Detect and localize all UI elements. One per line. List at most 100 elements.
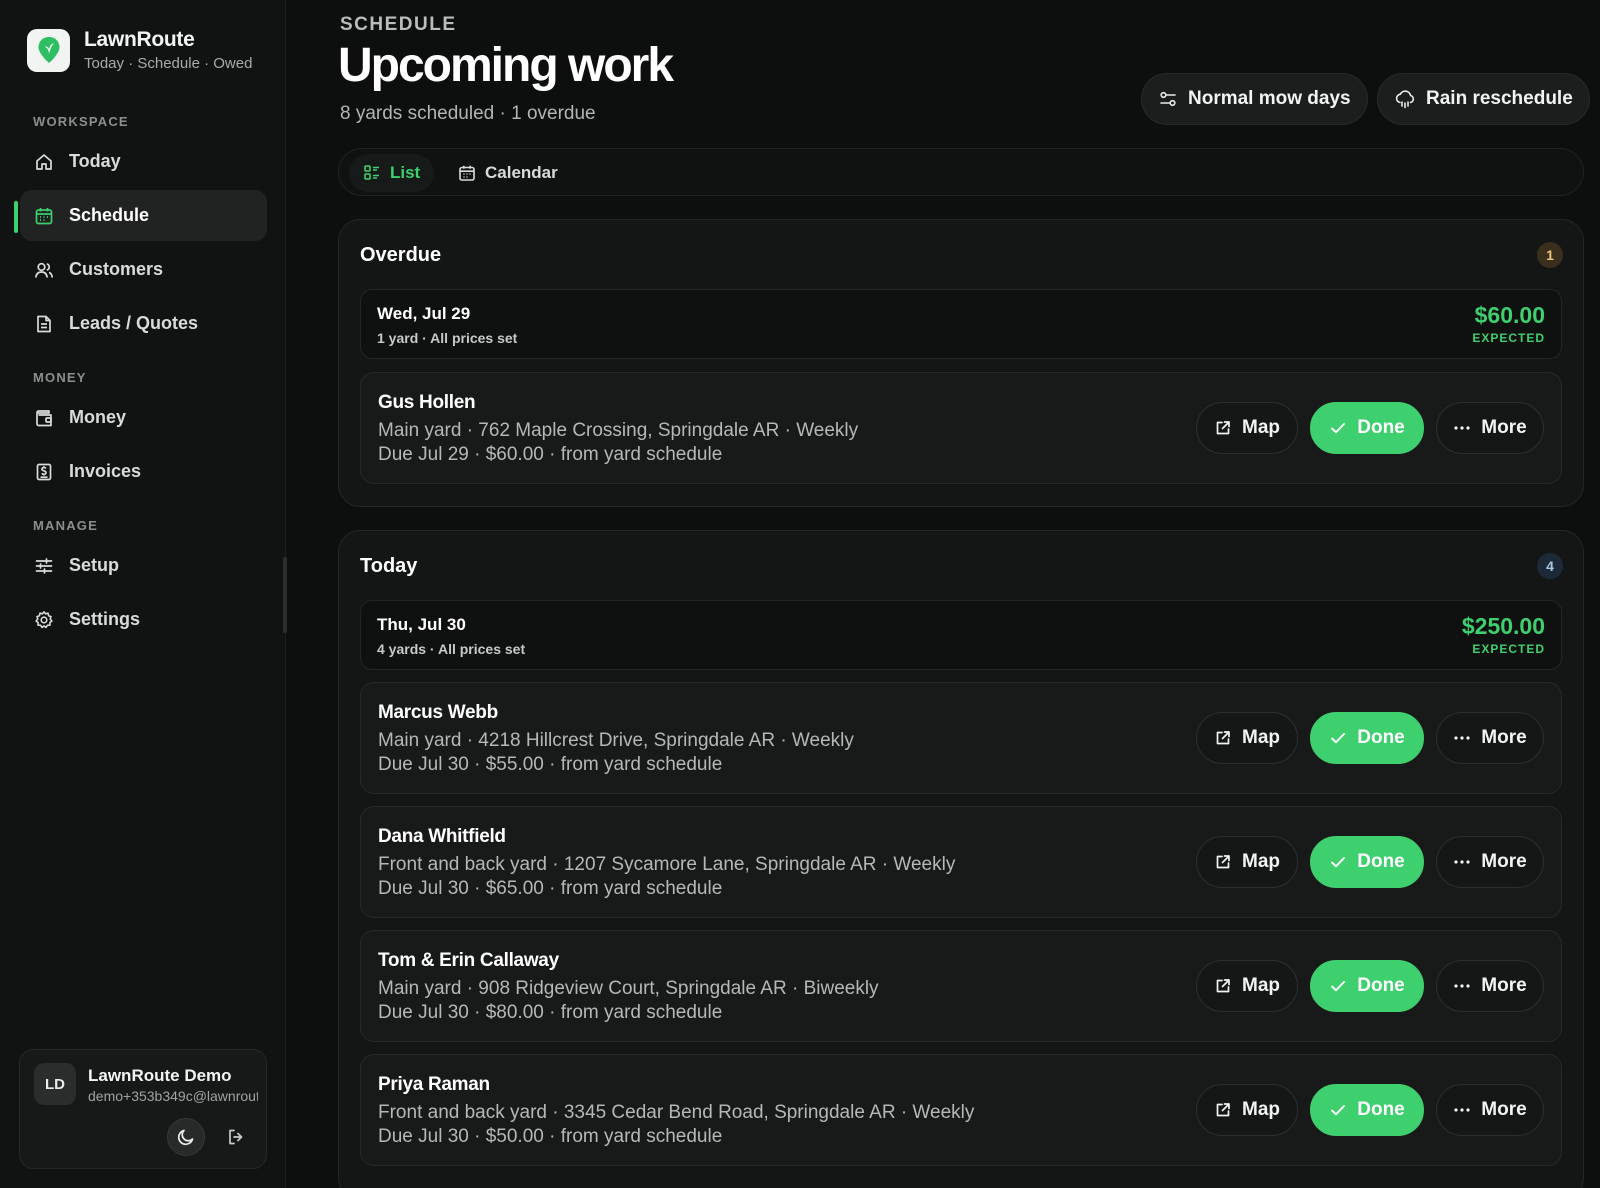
done-label: Done — [1357, 1099, 1405, 1120]
users-icon — [33, 259, 55, 281]
cloud-rain-icon — [1394, 89, 1416, 109]
sidebar-item-label: Invoices — [69, 461, 142, 481]
tab-calendar[interactable]: Calendar — [444, 154, 572, 192]
rain-reschedule-button[interactable]: Rain reschedule — [1377, 73, 1590, 125]
sidebar-item-schedule[interactable]: Schedule — [20, 190, 267, 241]
more-button[interactable]: More — [1436, 712, 1544, 764]
sidebar-item-label: Schedule — [69, 205, 150, 225]
ellipsis-icon — [1453, 425, 1471, 431]
job-address: Main yard · 762 Maple Crossing, Springda… — [378, 420, 859, 441]
check-icon — [1329, 977, 1347, 995]
logout-button[interactable] — [222, 1123, 250, 1151]
today-group: Today 4 Thu, Jul 30 4 yards · All prices… — [338, 530, 1584, 1188]
job-due: Due Jul 30 · $50.00 · from yard schedule — [378, 1126, 723, 1147]
more-button[interactable]: More — [1436, 836, 1544, 888]
job-address: Main yard · 908 Ridgeview Court, Springd… — [378, 978, 879, 999]
sidebar-item-setup[interactable]: Setup — [20, 540, 267, 591]
map-button[interactable]: Map — [1196, 960, 1298, 1012]
check-icon — [1329, 729, 1347, 747]
wallet-icon — [33, 407, 55, 429]
job-card: Marcus Webb Main yard · 4218 Hillcrest D… — [360, 682, 1562, 794]
day-amount: $250.00 — [1461, 613, 1545, 639]
sidebar-item-today[interactable]: Today — [20, 136, 267, 187]
sidebar: LawnRoute Today · Schedule · Owed WORKSP… — [0, 0, 286, 1188]
brand[interactable]: LawnRoute Today · Schedule · Owed — [27, 28, 252, 72]
more-label: More — [1481, 851, 1527, 872]
job-card: Tom & Erin Callaway Main yard · 908 Ridg… — [360, 930, 1562, 1042]
section-label-manage: MANAGE — [33, 518, 98, 533]
map-button[interactable]: Map — [1196, 402, 1298, 454]
job-address: Main yard · 4218 Hillcrest Drive, Spring… — [378, 730, 854, 751]
count-badge: 4 — [1537, 553, 1563, 579]
sidebar-item-customers[interactable]: Customers — [20, 244, 267, 295]
gear-icon — [33, 609, 55, 631]
day-expected-label: EXPECTED — [1472, 331, 1545, 345]
day-summary-row: Wed, Jul 29 1 yard · All prices set $60.… — [360, 289, 1562, 359]
normal-mow-days-button[interactable]: Normal mow days — [1141, 73, 1368, 125]
map-label: Map — [1242, 975, 1280, 996]
done-label: Done — [1357, 851, 1405, 872]
sliders-icon — [33, 555, 55, 577]
page-title: Upcoming work — [338, 39, 674, 92]
external-link-icon — [1214, 419, 1232, 437]
sidebar-item-label: Money — [69, 407, 127, 427]
job-card: Priya Raman Front and back yard · 3345 C… — [360, 1054, 1562, 1166]
customer-name: Tom & Erin Callaway — [378, 950, 559, 971]
tab-list[interactable]: List — [349, 154, 435, 192]
day-meta: 4 yards · All prices set — [377, 641, 526, 657]
sidebar-item-settings[interactable]: Settings — [20, 594, 267, 645]
map-button[interactable]: Map — [1196, 712, 1298, 764]
map-label: Map — [1242, 851, 1280, 872]
map-button[interactable]: Map — [1196, 1084, 1298, 1136]
external-link-icon — [1214, 853, 1232, 871]
lawnroute-logo-icon — [27, 28, 70, 72]
theme-toggle-button[interactable] — [167, 1118, 205, 1156]
done-button[interactable]: Done — [1310, 402, 1424, 454]
done-button[interactable]: Done — [1310, 960, 1424, 1012]
more-label: More — [1481, 975, 1527, 996]
more-label: More — [1481, 417, 1527, 438]
sidebar-item-label: Settings — [69, 609, 141, 629]
group-title: Today — [360, 555, 418, 577]
job-card: Gus Hollen Main yard · 762 Maple Crossin… — [360, 372, 1562, 484]
list-icon — [363, 164, 381, 182]
brand-tagline: Today · Schedule · Owed — [84, 55, 253, 72]
external-link-icon — [1214, 1101, 1232, 1119]
sidebar-item-invoices[interactable]: Invoices — [20, 446, 267, 497]
sidebar-item-money[interactable]: Money — [20, 392, 267, 443]
done-button[interactable]: Done — [1310, 712, 1424, 764]
job-address: Front and back yard · 1207 Sycamore Lane… — [378, 854, 956, 875]
page-subtitle: 8 yards scheduled · 1 overdue — [340, 103, 596, 124]
view-toggle: List Calendar — [338, 148, 1584, 196]
day-summary-row: Thu, Jul 30 4 yards · All prices set $25… — [360, 600, 1562, 670]
user-name: LawnRoute Demo — [88, 1066, 232, 1085]
more-button[interactable]: More — [1436, 402, 1544, 454]
home-icon — [33, 151, 55, 173]
logout-icon — [226, 1127, 246, 1147]
more-button[interactable]: More — [1436, 960, 1544, 1012]
job-due: Due Jul 29 · $60.00 · from yard schedule — [378, 444, 723, 465]
sidebar-item-leads-quotes[interactable]: Leads / Quotes — [20, 298, 267, 349]
sidebar-resize-handle[interactable] — [283, 557, 287, 633]
avatar[interactable]: LD — [34, 1063, 76, 1105]
done-button[interactable]: Done — [1310, 836, 1424, 888]
user-email: demo+353b349c@lawnroute.app — [88, 1088, 258, 1104]
sidebar-item-label: Leads / Quotes — [69, 313, 199, 333]
ellipsis-icon — [1453, 859, 1471, 865]
count-badge: 1 — [1537, 242, 1563, 268]
normal-mow-days-label: Normal mow days — [1188, 88, 1351, 109]
check-icon — [1329, 419, 1347, 437]
map-label: Map — [1242, 417, 1280, 438]
job-due: Due Jul 30 · $55.00 · from yard schedule — [378, 754, 723, 775]
sidebar-item-label: Customers — [69, 259, 164, 279]
map-label: Map — [1242, 727, 1280, 748]
more-button[interactable]: More — [1436, 1084, 1544, 1136]
map-button[interactable]: Map — [1196, 836, 1298, 888]
job-due: Due Jul 30 · $65.00 · from yard schedule — [378, 878, 723, 899]
done-button[interactable]: Done — [1310, 1084, 1424, 1136]
external-link-icon — [1214, 729, 1232, 747]
tab-calendar-label: Calendar — [485, 163, 558, 182]
day-amount: $60.00 — [1474, 302, 1545, 328]
invoice-icon — [33, 461, 55, 483]
calendar-icon — [458, 164, 476, 182]
